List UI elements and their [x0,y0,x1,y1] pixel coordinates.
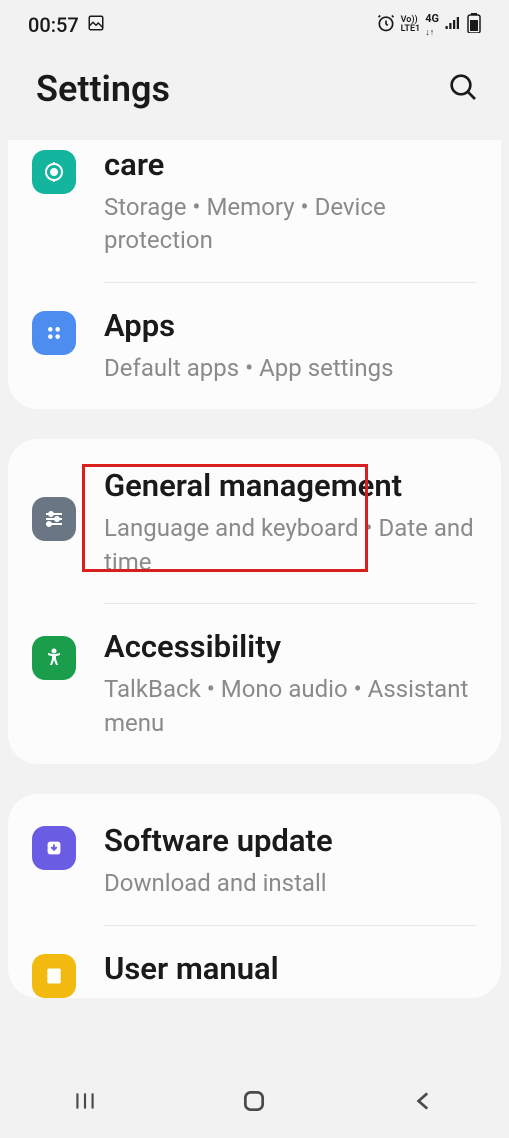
sliders-icon [32,497,76,541]
page-title: Settings [36,68,170,110]
book-icon [32,954,76,998]
signal-icon [444,14,462,36]
settings-group-device: care Storage • Memory • Device protectio… [8,140,501,409]
item-content: Apps Default apps • App settings [104,307,477,385]
settings-item-software-update[interactable]: Software update Download and install [8,794,501,924]
back-button[interactable] [411,1088,437,1118]
item-subtitle: Default apps • App settings [104,352,477,386]
care-icon [32,150,76,194]
item-title: User manual [104,950,477,989]
settings-item-general-management[interactable]: General management Language and keyboard… [8,439,501,603]
settings-header: Settings [0,50,509,140]
recent-apps-button[interactable] [72,1088,98,1118]
item-title: General management [104,467,477,506]
settings-group-support: Software update Download and install Use… [8,794,501,997]
item-title: Apps [104,307,477,346]
navigation-bar [0,1068,509,1138]
apps-icon [32,311,76,355]
status-time: 00:57 [28,13,79,37]
item-content: care Storage • Memory • Device protectio… [104,146,477,258]
search-button[interactable] [447,71,479,107]
item-content: User manual [104,950,477,995]
settings-item-care[interactable]: care Storage • Memory • Device protectio… [8,140,501,282]
settings-item-apps[interactable]: Apps Default apps • App settings [8,283,501,409]
home-button[interactable] [241,1088,267,1118]
volte-icon: Vo))LTE1 [401,16,421,34]
settings-item-user-manual[interactable]: User manual [8,926,501,998]
item-content: Software update Download and install [104,822,477,900]
item-title: care [104,146,477,185]
accessibility-icon [32,636,76,680]
item-subtitle: Language and keyboard • Date and time [104,512,477,579]
item-title: Accessibility [104,628,477,667]
status-right: Vo))LTE1 4G↓↑ [376,12,481,38]
download-icon [32,826,76,870]
battery-icon [467,13,481,37]
status-bar: 00:57 Vo))LTE1 4G↓↑ [0,0,509,50]
picture-icon [87,13,105,37]
item-subtitle: TalkBack • Mono audio • Assistant menu [104,673,477,740]
network-4g-icon: 4G↓↑ [425,12,439,38]
item-subtitle: Storage • Memory • Device protection [104,191,477,258]
alarm-icon [376,13,396,37]
item-content: Accessibility TalkBack • Mono audio • As… [104,628,477,740]
settings-item-accessibility[interactable]: Accessibility TalkBack • Mono audio • As… [8,604,501,764]
item-content: General management Language and keyboard… [104,467,477,579]
status-left: 00:57 [28,13,105,37]
item-subtitle: Download and install [104,867,477,901]
item-title: Software update [104,822,477,861]
settings-group-system: General management Language and keyboard… [8,439,501,764]
